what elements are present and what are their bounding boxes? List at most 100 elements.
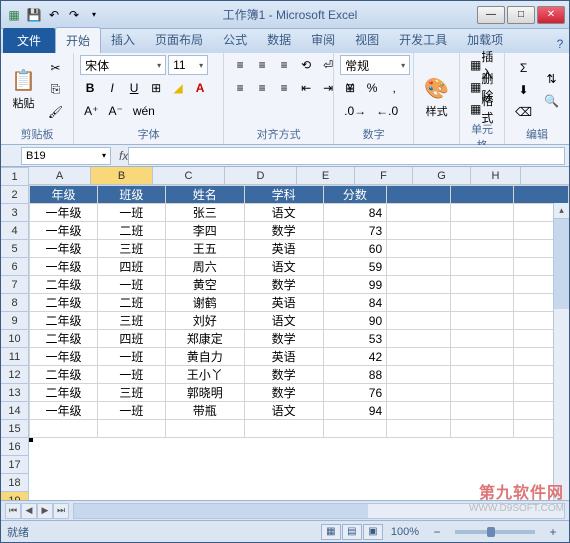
undo-icon[interactable]: ↶ [45,6,63,24]
cell[interactable]: 姓名 [165,186,244,204]
fx-icon[interactable]: fx [119,149,128,163]
autosum-icon[interactable]: Σ [511,58,536,78]
cell[interactable]: 一年级 [30,348,98,366]
cell[interactable]: 语文 [244,312,323,330]
redo-icon[interactable]: ↷ [65,6,83,24]
cell[interactable] [387,186,451,204]
format-cells-button[interactable]: ▦ 格式 [466,99,498,119]
cell[interactable] [450,222,514,240]
cell[interactable] [450,186,514,204]
row-header[interactable]: 19 [1,492,28,500]
cell[interactable] [387,276,451,294]
cell[interactable]: 二班 [97,222,165,240]
zoom-out-button[interactable]: − [427,522,447,542]
row-header[interactable]: 11 [1,348,28,366]
cell[interactable]: 英语 [244,348,323,366]
tab-nav-next-icon[interactable]: ▶ [37,503,53,519]
bold-button[interactable]: B [80,78,100,98]
row-header[interactable]: 8 [1,294,28,312]
cell[interactable]: 年级 [30,186,98,204]
cell[interactable] [450,330,514,348]
cell[interactable] [450,420,514,438]
font-color-button[interactable]: A [190,78,210,98]
currency-icon[interactable]: ¥ [340,78,360,98]
cell[interactable]: 一年级 [30,402,98,420]
ribbon-tab[interactable]: 数据 [257,27,301,53]
cell[interactable] [450,348,514,366]
name-box[interactable]: B19▾ [21,147,111,165]
cell[interactable] [514,186,569,204]
row-header[interactable]: 12 [1,366,28,384]
cell[interactable]: 二年级 [30,330,98,348]
cut-icon[interactable]: ✂ [44,58,67,78]
column-header[interactable]: B [91,167,153,184]
cell[interactable]: 一班 [97,402,165,420]
cell[interactable] [450,312,514,330]
cell[interactable]: 英语 [244,294,323,312]
cell[interactable]: 一班 [97,348,165,366]
cell[interactable] [450,402,514,420]
cell[interactable]: 二年级 [30,276,98,294]
cell[interactable] [387,294,451,312]
minimize-button[interactable]: — [477,6,505,24]
row-header[interactable]: 15 [1,420,28,438]
align-left-icon[interactable]: ≡ [230,78,250,98]
cell[interactable] [450,384,514,402]
copy-icon[interactable]: ⎘ [44,80,67,100]
paste-button[interactable]: 📋 粘贴 [7,66,40,113]
close-button[interactable]: ✕ [537,6,565,24]
row-header[interactable]: 6 [1,258,28,276]
cell[interactable]: 周六 [165,258,244,276]
cell[interactable]: 90 [323,312,387,330]
cell[interactable]: 语文 [244,204,323,222]
vscroll-thumb[interactable] [554,219,569,309]
cell[interactable] [387,258,451,276]
maximize-button[interactable]: □ [507,6,535,24]
cell[interactable]: 语文 [244,402,323,420]
row-header[interactable]: 7 [1,276,28,294]
cell[interactable]: 60 [323,240,387,258]
row-header[interactable]: 9 [1,312,28,330]
save-icon[interactable]: 💾 [25,6,43,24]
cell[interactable]: 三班 [97,240,165,258]
formula-bar[interactable] [128,147,565,165]
row-header[interactable]: 17 [1,456,28,474]
cell[interactable]: 二班 [97,294,165,312]
cell[interactable]: 四班 [97,258,165,276]
file-tab[interactable]: 文件 [3,28,55,53]
cell[interactable]: 谢鹤 [165,294,244,312]
cell[interactable]: 一年级 [30,240,98,258]
cell[interactable]: 数学 [244,276,323,294]
fill-color-button[interactable]: ◢ [168,78,188,98]
scroll-up-icon[interactable]: ▴ [554,203,569,219]
decrease-decimal-icon[interactable]: ←.0 [372,101,402,121]
increase-font-icon[interactable]: A⁺ [80,101,102,121]
cell[interactable]: 郑康定 [165,330,244,348]
cell[interactable]: 一年级 [30,258,98,276]
cell[interactable]: 42 [323,348,387,366]
row-header[interactable]: 3 [1,204,28,222]
row-header[interactable]: 16 [1,438,28,456]
cell[interactable] [387,330,451,348]
cell[interactable] [387,222,451,240]
cell[interactable]: 带瓶 [165,402,244,420]
cell[interactable] [387,240,451,258]
page-break-view-button[interactable]: ▣ [363,524,383,540]
cell[interactable]: 二年级 [30,366,98,384]
align-bottom-icon[interactable]: ≡ [274,55,294,75]
ribbon-tab[interactable]: 审阅 [301,27,345,53]
underline-button[interactable]: U [124,78,144,98]
vertical-scrollbar[interactable]: ▴ [553,203,569,500]
phonetic-icon[interactable]: wén [129,101,159,121]
align-top-icon[interactable]: ≡ [230,55,250,75]
column-header[interactable]: A [29,167,91,184]
cell[interactable] [387,402,451,420]
row-header[interactable]: 13 [1,384,28,402]
column-header[interactable]: E [297,167,355,184]
clear-icon[interactable]: ⌫ [511,102,536,122]
increase-decimal-icon[interactable]: .0→ [340,101,370,121]
cell[interactable] [450,366,514,384]
cell[interactable]: 数学 [244,222,323,240]
sort-filter-icon[interactable]: ⇅ [540,69,563,89]
cell[interactable] [387,312,451,330]
